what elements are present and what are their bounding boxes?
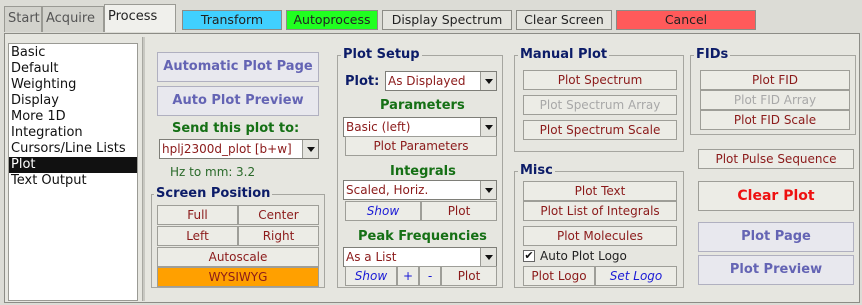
manual-plot-title: Manual Plot — [518, 47, 610, 62]
sidebar-item-default[interactable]: Default — [9, 61, 137, 77]
autoscale-button[interactable]: Autoscale — [157, 247, 319, 267]
integrals-title: Integrals — [390, 164, 456, 179]
chevron-down-icon — [480, 118, 496, 136]
tab-process[interactable]: Process — [104, 4, 176, 32]
plot-list-of-integrals-button[interactable]: Plot List of Integrals — [523, 201, 677, 221]
chevron-down-icon — [480, 248, 496, 266]
plot-fid-button[interactable]: Plot FID — [700, 70, 850, 90]
integrals-show-button[interactable]: Show — [345, 201, 421, 221]
parameters-select-value: Basic (left) — [346, 120, 411, 134]
integrals-plot-button[interactable]: Plot — [421, 201, 497, 221]
sidebar-item-plot[interactable]: Plot — [9, 157, 137, 173]
sidebar-item-weighting[interactable]: Weighting — [9, 77, 137, 93]
auto-plot-logo-checkbox[interactable]: ✔ — [523, 250, 535, 262]
tab-acquire[interactable]: Acquire — [42, 6, 104, 32]
plot-preview-button[interactable]: Plot Preview — [698, 255, 854, 285]
sidebar-item-display[interactable]: Display — [9, 93, 137, 109]
plot-spectrum-scale-button[interactable]: Plot Spectrum Scale — [523, 120, 677, 140]
send-plot-label: Send this plot to: — [172, 121, 300, 136]
peak-minus-button[interactable]: - — [419, 266, 441, 286]
display-spectrum-button[interactable]: Display Spectrum — [382, 10, 512, 30]
tab-bar: Start Acquire Process — [4, 4, 176, 32]
auto-plot-logo-label: Auto Plot Logo — [540, 249, 627, 263]
left-button[interactable]: Left — [157, 226, 238, 246]
peak-frequencies-select-value: As a List — [346, 250, 397, 264]
plot-pulse-sequence-button[interactable]: Plot Pulse Sequence — [698, 149, 854, 169]
panel-divider[interactable] — [142, 37, 145, 301]
chevron-down-icon — [480, 72, 496, 90]
plot-fid-array-button[interactable]: Plot FID Array — [700, 90, 850, 110]
plot-setup-title: Plot Setup — [341, 47, 422, 62]
cancel-button[interactable]: Cancel — [616, 10, 756, 30]
plot-molecules-button[interactable]: Plot Molecules — [523, 226, 677, 246]
plot-spectrum-button[interactable]: Plot Spectrum — [523, 70, 677, 90]
autoprocess-button[interactable]: Autoprocess — [286, 10, 378, 30]
plot-parameters-button[interactable]: Plot Parameters — [345, 136, 497, 156]
tab-start[interactable]: Start — [4, 6, 42, 32]
chevron-down-icon — [480, 181, 496, 199]
parameters-title: Parameters — [380, 98, 465, 113]
plot-text-button[interactable]: Plot Text — [523, 181, 677, 201]
center-button[interactable]: Center — [238, 205, 319, 225]
peak-frequencies-select[interactable]: As a List — [343, 247, 497, 267]
peak-frequencies-title: Peak Frequencies — [358, 229, 487, 244]
plot-logo-button[interactable]: Plot Logo — [523, 266, 595, 286]
full-button[interactable]: Full — [157, 205, 238, 225]
plot-label: Plot: — [345, 74, 380, 89]
plot-select[interactable]: As Displayed — [385, 71, 497, 91]
integrals-select-value: Scaled, Horiz. — [346, 183, 429, 197]
misc-title: Misc — [518, 163, 555, 178]
integrals-select[interactable]: Scaled, Horiz. — [343, 180, 497, 200]
hz-to-mm-value: 3.2 — [236, 165, 256, 179]
sidebar-item-more-1d[interactable]: More 1D — [9, 109, 137, 125]
sidebar-item-text-output[interactable]: Text Output — [9, 173, 137, 189]
plot-spectrum-array-button[interactable]: Plot Spectrum Array — [523, 95, 677, 115]
chevron-down-icon — [302, 140, 318, 158]
screen-position-title: Screen Position — [154, 186, 273, 201]
auto-plot-preview-button[interactable]: Auto Plot Preview — [157, 86, 319, 116]
clear-screen-button[interactable]: Clear Screen — [516, 10, 612, 30]
transform-button[interactable]: Transform — [182, 10, 282, 30]
sidebar-item-basic[interactable]: Basic — [9, 45, 137, 61]
sidebar-item-cursors[interactable]: Cursors/Line Lists — [9, 141, 137, 157]
clear-plot-button[interactable]: Clear Plot — [698, 181, 854, 211]
plot-select-value: As Displayed — [388, 74, 466, 88]
plot-fid-scale-button[interactable]: Plot FID Scale — [700, 110, 850, 130]
right-button[interactable]: Right — [238, 226, 319, 246]
wysiwyg-button[interactable]: WYSIWYG — [157, 267, 319, 287]
peak-show-button[interactable]: Show — [345, 266, 397, 286]
sidebar-list: Basic Default Weighting Display More 1D … — [8, 43, 138, 301]
automatic-plot-page-button[interactable]: Automatic Plot Page — [157, 52, 319, 82]
hz-to-mm-label: Hz to mm: — [170, 165, 233, 179]
printer-select-value: hplj2300d_plot [b+w] — [162, 142, 292, 156]
plot-page-button[interactable]: Plot Page — [698, 222, 854, 252]
fids-title: FIDs — [694, 47, 731, 62]
printer-select[interactable]: hplj2300d_plot [b+w] — [159, 139, 319, 159]
set-logo-button[interactable]: Set Logo — [595, 266, 677, 286]
peak-plot-button[interactable]: Plot — [441, 266, 497, 286]
peak-plus-button[interactable]: + — [397, 266, 419, 286]
parameters-select[interactable]: Basic (left) — [343, 117, 497, 137]
sidebar-item-integration[interactable]: Integration — [9, 125, 137, 141]
